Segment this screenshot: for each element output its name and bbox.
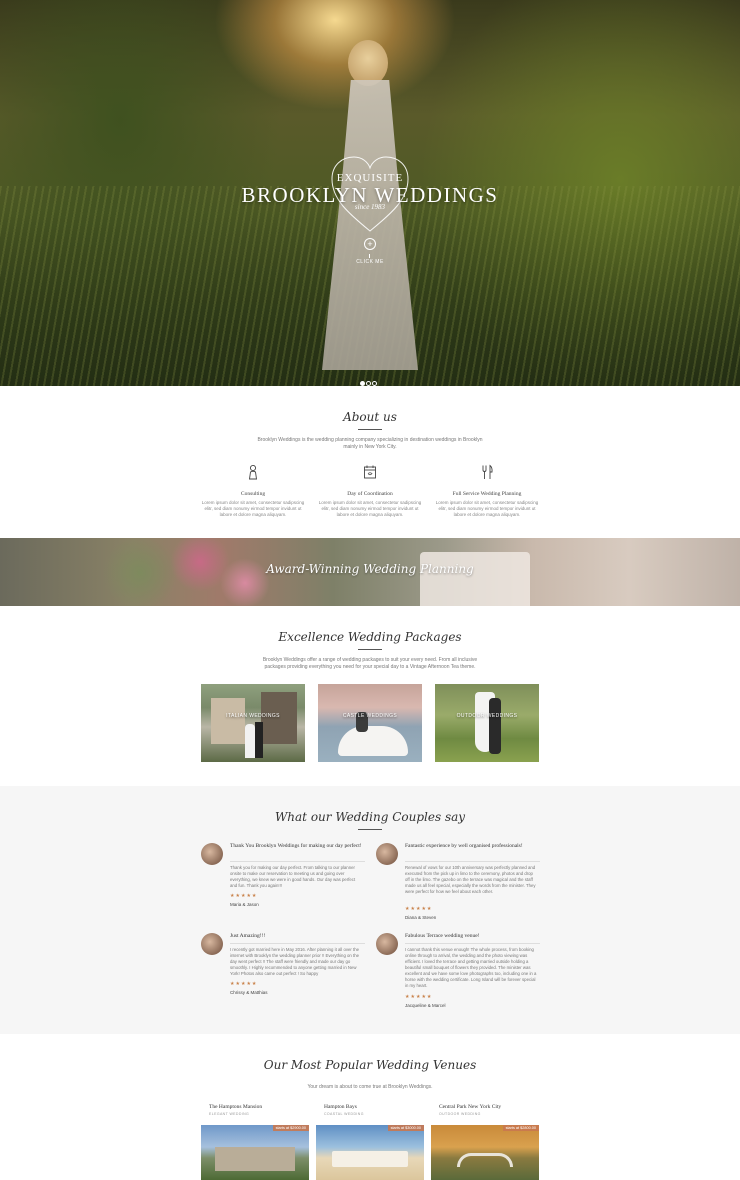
venue-price: starts at $2800.00 bbox=[502, 1125, 539, 1131]
venue-name: Central Park New York City bbox=[439, 1104, 502, 1110]
about-heading: About us bbox=[343, 410, 397, 424]
groom-figure bbox=[255, 722, 263, 758]
venue-image: starts at $2800.00 bbox=[431, 1125, 539, 1180]
testimonial-title: Fabulous Terrace wedding venue! bbox=[405, 933, 480, 939]
venue-price: starts at $2900.00 bbox=[272, 1125, 309, 1131]
packages-section: Excellence Wedding Packages Brooklyn Wed… bbox=[0, 606, 740, 786]
testimonial-title: Fantastic experience by well organised p… bbox=[405, 843, 523, 849]
bridge-shape bbox=[457, 1153, 513, 1167]
package-castle[interactable]: CASTLE WEDDINGS bbox=[318, 684, 422, 762]
feature-body: Lorem ipsum dolor sit amet, consectetur … bbox=[435, 500, 539, 517]
venues-intro: Your dream is about to come true at Broo… bbox=[307, 1084, 433, 1090]
banner-heading: Award-Winning Wedding Planning bbox=[266, 562, 474, 576]
venue-image: starts at $3000.00 bbox=[316, 1125, 424, 1180]
venue-tag: OUTDOOR WEDDING bbox=[439, 1112, 481, 1116]
testimonial-divider bbox=[405, 861, 540, 862]
heading-rule bbox=[358, 429, 382, 430]
hero-slider: EXQUISITE BROOKLYN WEDDINGS since 1983 +… bbox=[0, 0, 740, 386]
venue-card[interactable]: Central Park New York City OUTDOOR WEDDI… bbox=[431, 1104, 539, 1180]
tent-shape bbox=[332, 1151, 408, 1167]
heading-rule bbox=[358, 649, 382, 650]
dress-shape bbox=[338, 726, 408, 756]
feature-title: Full Service Wedding Planning bbox=[452, 491, 522, 497]
cutlery-icon bbox=[482, 464, 493, 479]
feature-full-service: Full Service Wedding Planning Lorem ipsu… bbox=[432, 464, 542, 518]
calendar-icon bbox=[364, 465, 376, 479]
testimonial-title: Thank You Brooklyn Weddings for making o… bbox=[230, 843, 362, 849]
avatar bbox=[376, 933, 398, 955]
testimonial-author: Chrissy & Matthias bbox=[230, 990, 268, 995]
package-outdoor[interactable]: OUTDOOR WEDDINGS bbox=[435, 684, 539, 762]
testimonial-divider bbox=[230, 861, 365, 862]
testimonial-divider bbox=[405, 943, 540, 944]
about-section: About us Brooklyn Weddings is the weddin… bbox=[0, 386, 740, 538]
testimonials-section: What our Wedding Couples say Thank You B… bbox=[0, 786, 740, 1034]
feature-body: Lorem ipsum dolor sit amet, consectetur … bbox=[201, 500, 305, 517]
star-rating: ★★★★★ bbox=[405, 994, 433, 1000]
venue-image: starts at $2900.00 bbox=[201, 1125, 309, 1180]
package-label: CASTLE WEDDINGS bbox=[342, 713, 398, 719]
click-me-link[interactable]: CLICK ME bbox=[0, 259, 740, 265]
testimonial-author: Jacqueline & Marcel bbox=[405, 1003, 446, 1008]
venue-name: Hampton Bays bbox=[324, 1104, 357, 1110]
package-italian[interactable]: ITALIAN WEDDINGS bbox=[201, 684, 305, 762]
banner-card bbox=[420, 552, 530, 606]
feature-title: Consulting bbox=[240, 491, 266, 497]
venue-price: starts at $3000.00 bbox=[387, 1125, 424, 1131]
venue-card[interactable]: The Hamptons Mansion ELEGANT WEDDING sta… bbox=[201, 1104, 309, 1180]
venue-card[interactable]: Hampton Bays COASTAL WEDDING starts at $… bbox=[316, 1104, 424, 1180]
hero-divider bbox=[369, 254, 370, 258]
testimonial-title: Just Amazing!!! bbox=[230, 933, 266, 939]
bride-icon bbox=[248, 464, 258, 480]
venues-heading: Our Most Popular Wedding Venues bbox=[263, 1058, 477, 1072]
testimonial-divider bbox=[230, 943, 365, 944]
about-intro: Brooklyn Weddings is the wedding plannin… bbox=[257, 437, 483, 450]
venues-section: Our Most Popular Wedding Venues Your dre… bbox=[0, 1034, 740, 1180]
testimonial-author: Diana & Steven bbox=[405, 915, 437, 920]
testimonial-author: Maria & Jason bbox=[230, 902, 259, 907]
packages-heading: Excellence Wedding Packages bbox=[278, 630, 462, 644]
bride-figure bbox=[245, 724, 255, 758]
heading-rule bbox=[358, 829, 382, 830]
groom-figure bbox=[489, 698, 501, 754]
packages-intro: Brooklyn Weddings offer a range of weddi… bbox=[262, 657, 478, 670]
star-rating: ★★★★★ bbox=[405, 906, 433, 912]
testimonials-heading: What our Wedding Couples say bbox=[274, 810, 466, 824]
avatar bbox=[376, 843, 398, 865]
mansion-shape bbox=[215, 1147, 295, 1171]
testimonial-body: Thank you for making our day perfect. Fr… bbox=[230, 865, 356, 888]
testimonial-body: Renewal of vows for our 10th anniversary… bbox=[405, 865, 536, 894]
package-label: ITALIAN WEDDINGS bbox=[226, 713, 280, 719]
star-rating: ★★★★★ bbox=[230, 981, 258, 987]
award-banner: Award-Winning Wedding Planning bbox=[0, 538, 740, 606]
slider-dots bbox=[360, 373, 378, 386]
testimonial-body: I cannot thank this venue enough! The wh… bbox=[405, 947, 537, 988]
avatar bbox=[201, 843, 223, 865]
plus-icon[interactable]: + bbox=[364, 238, 376, 250]
package-label: OUTDOOR WEDDINGS bbox=[456, 713, 518, 719]
feature-coordination: Day of Coordination Lorem ipsum dolor si… bbox=[315, 464, 425, 518]
feature-consulting: Consulting Lorem ipsum dolor sit amet, c… bbox=[198, 464, 308, 518]
feature-body: Lorem ipsum dolor sit amet, consectetur … bbox=[318, 500, 422, 517]
building-shape bbox=[211, 698, 245, 744]
feature-title: Day of Coordination bbox=[347, 491, 393, 497]
testimonial-body: I recently got married here in May 2016.… bbox=[230, 947, 359, 976]
hero-since: since 1983 bbox=[354, 203, 386, 211]
avatar bbox=[201, 933, 223, 955]
venue-tag: COASTAL WEDDING bbox=[324, 1112, 364, 1116]
star-rating: ★★★★★ bbox=[230, 893, 258, 899]
venue-name: The Hamptons Mansion bbox=[209, 1104, 263, 1110]
venue-tag: ELEGANT WEDDING bbox=[209, 1112, 250, 1116]
